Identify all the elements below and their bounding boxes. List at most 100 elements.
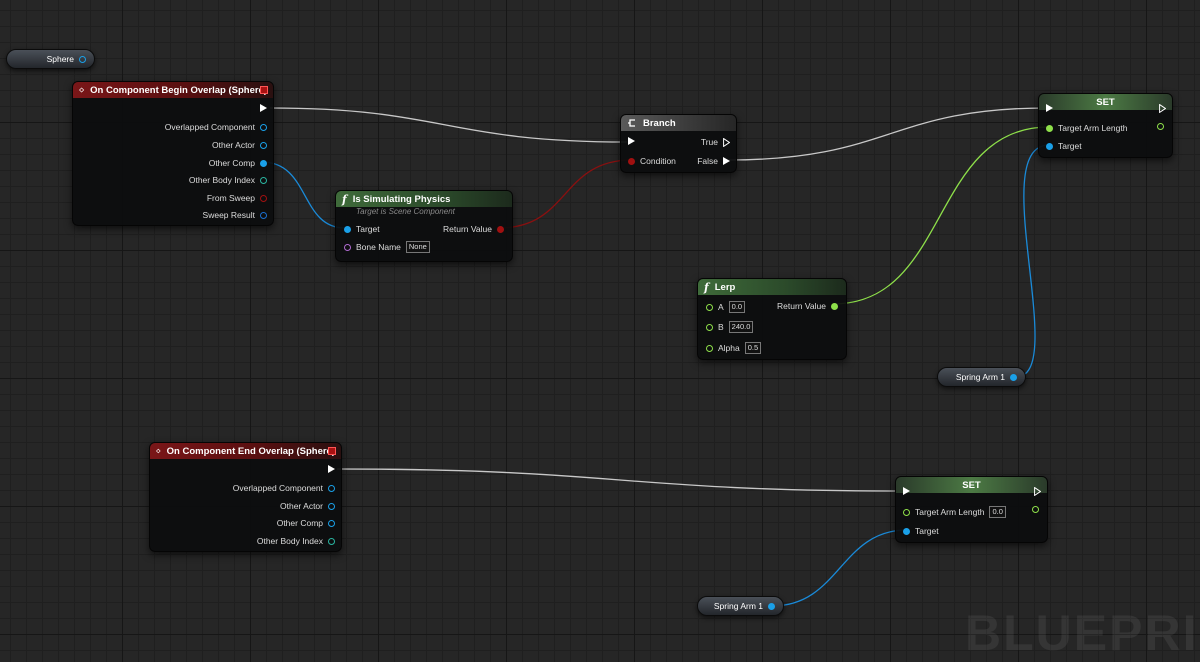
lerp-a-input[interactable]: 0.0 (728, 301, 746, 313)
set-top-arm-length-label: Target Arm Length (1058, 123, 1128, 133)
wire-return-to-condition (498, 159, 633, 229)
begin-overlap-event-node[interactable]: On Component Begin Overlap (Sphere) Over… (72, 81, 274, 226)
overlapped-component-pin[interactable] (260, 123, 267, 131)
lerp-title: Lerp (714, 281, 736, 293)
end-other-body-index-pin[interactable] (328, 537, 335, 545)
spring-arm-label-top: Spring Arm 1 (955, 372, 1005, 382)
event-diamond-icon (79, 87, 85, 93)
is-sim-target-pin[interactable] (344, 225, 351, 233)
event-stop-icon (328, 447, 336, 455)
lerp-return-pin[interactable] (831, 302, 838, 310)
event-stop-icon (260, 86, 268, 94)
branch-true-label: True (700, 137, 718, 147)
lerp-b-label: B (718, 322, 724, 332)
lerp-node[interactable]: f Lerp A 0.0 Return Value B 240.0 Alpha 0.5 (697, 278, 847, 360)
from-sweep-pin[interactable] (260, 194, 267, 202)
set-target-arm-length-node-top[interactable]: SET Target Arm Length Target (1038, 93, 1173, 158)
pin-label-other-body-index: Other Body Index (188, 175, 255, 185)
set-top-target-pin[interactable] (1046, 142, 1053, 150)
is-sim-return-pin[interactable] (497, 225, 504, 233)
set-top-target-label: Target (1058, 141, 1082, 151)
end-pin-label-other-body-index: Other Body Index (256, 536, 323, 546)
is-simulating-physics-node[interactable]: f Is Simulating Physics Target is Scene … (335, 190, 513, 262)
set-bottom-arm-length-label: Target Arm Length (915, 507, 985, 517)
is-sim-target-label: Target (356, 224, 380, 234)
lerp-b-input[interactable]: 240.0 (728, 321, 754, 333)
lerp-return-label: Return Value (777, 301, 826, 311)
branch-exec-in-pin[interactable] (628, 137, 635, 145)
is-sim-header: f Is Simulating Physics (336, 191, 512, 207)
end-pin-label-other-comp: Other Comp (276, 518, 323, 528)
set-top-exec-in-pin[interactable] (1046, 104, 1053, 112)
branch-header: Branch (621, 115, 736, 131)
lerp-alpha-input[interactable]: 0.5 (744, 342, 762, 354)
set-bottom-arm-length-out-pin[interactable] (1032, 506, 1039, 513)
lerp-a-label: A (718, 302, 724, 312)
other-body-index-pin[interactable] (260, 176, 267, 184)
set-bottom-header: SET (896, 477, 1047, 493)
set-bottom-exec-in-pin[interactable] (903, 487, 910, 495)
set-bottom-arm-length-in-pin[interactable] (903, 508, 910, 516)
event-diamond-icon (156, 448, 161, 454)
is-sim-subtitle: Target is Scene Component (356, 207, 455, 216)
blueprint-watermark: BLUEPRI (965, 605, 1199, 661)
pin-label-other-actor: Other Actor (212, 140, 255, 150)
set-top-arm-length-out-pin[interactable] (1157, 123, 1164, 130)
spring-arm-variable-node-bottom[interactable]: Spring Arm 1 (697, 596, 784, 616)
sweep-result-pin[interactable] (260, 211, 267, 219)
branch-node[interactable]: Branch True Condition False (620, 114, 737, 173)
branch-false-pin[interactable] (723, 157, 730, 165)
is-sim-return-label: Return Value (443, 224, 492, 234)
wire-other-comp-to-target (261, 161, 346, 229)
bone-name-pin[interactable] (344, 243, 351, 251)
end-other-actor-pin[interactable] (328, 502, 335, 510)
set-target-arm-length-node-bottom[interactable]: SET Target Arm Length 0.0 Target (895, 476, 1048, 543)
spring-arm-variable-node-top[interactable]: Spring Arm 1 (937, 367, 1026, 387)
branch-false-label: False (697, 156, 718, 166)
other-actor-pin[interactable] (260, 141, 267, 149)
spring-arm-output-pin-top[interactable] (1010, 373, 1017, 381)
end-overlap-event-node[interactable]: On Component End Overlap (Sphere) Overla… (149, 442, 342, 552)
branch-icon (628, 119, 635, 127)
branch-true-pin[interactable] (723, 137, 730, 147)
lerp-alpha-pin[interactable] (706, 344, 713, 352)
lerp-alpha-label: Alpha (718, 343, 740, 353)
end-exec-out-pin[interactable] (328, 465, 335, 473)
set-top-header: SET (1039, 94, 1172, 110)
end-overlap-header: On Component End Overlap (Sphere) (150, 443, 341, 459)
pin-label-overlapped-component: Overlapped Component (164, 122, 255, 132)
spring-arm-label-bottom: Spring Arm 1 (713, 601, 763, 611)
end-pin-label-overlapped-component: Overlapped Component (232, 483, 323, 493)
begin-overlap-header: On Component Begin Overlap (Sphere) (73, 82, 273, 98)
sphere-output-pin[interactable] (79, 55, 86, 63)
wire-lerp-to-arm-length (832, 126, 1050, 305)
set-bottom-target-label: Target (915, 526, 939, 536)
branch-condition-label: Condition (640, 156, 676, 166)
function-icon: f (704, 280, 709, 294)
bone-name-input[interactable]: None (405, 241, 430, 253)
set-top-exec-out-pin[interactable] (1159, 104, 1166, 113)
spring-arm-output-pin-bottom[interactable] (768, 602, 775, 610)
lerp-b-pin[interactable] (706, 323, 713, 331)
pin-label-from-sweep: From Sweep (206, 193, 255, 203)
pin-label-sweep-result: Sweep Result (202, 210, 255, 220)
wire-spring-arm-to-target-top (1015, 144, 1050, 378)
is-sim-title: Is Simulating Physics (352, 193, 451, 205)
wire-exec-branch-false-to-set (727, 107, 1048, 161)
lerp-a-pin[interactable] (706, 303, 713, 311)
sphere-variable-node[interactable]: Sphere (6, 49, 95, 69)
other-comp-pin[interactable] (260, 159, 267, 167)
branch-condition-pin[interactable] (628, 157, 635, 165)
wire-exec-begin-to-branch (269, 107, 628, 143)
set-top-arm-length-in-pin[interactable] (1046, 124, 1053, 132)
sphere-variable-label: Sphere (46, 54, 74, 64)
begin-exec-out-pin[interactable] (260, 104, 267, 112)
branch-title: Branch (643, 117, 676, 129)
set-bottom-target-pin[interactable] (903, 527, 910, 535)
set-bottom-arm-length-input[interactable]: 0.0 (989, 506, 1006, 518)
end-other-comp-pin[interactable] (328, 519, 335, 527)
begin-overlap-title: On Component Begin Overlap (Sphere) (90, 84, 267, 96)
pin-label-other-comp: Other Comp (208, 158, 255, 168)
set-bottom-exec-out-pin[interactable] (1034, 487, 1041, 496)
end-overlapped-component-pin[interactable] (328, 484, 335, 492)
